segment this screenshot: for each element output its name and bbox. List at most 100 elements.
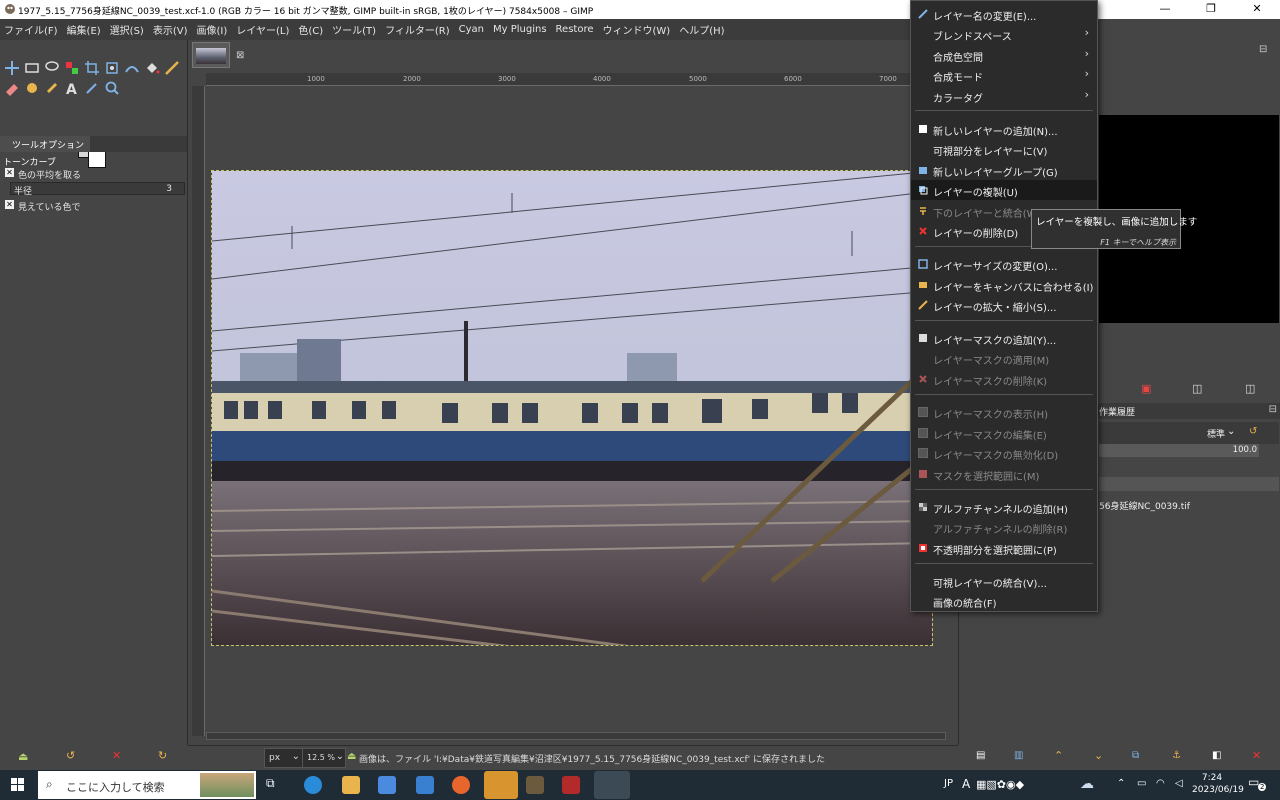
menu-item-blend-space[interactable]: ブレンドスペース ›	[911, 24, 1097, 44]
menu-item-apply-layer-mask[interactable]: レイヤーマスクの適用(M)	[911, 348, 1097, 368]
minimize-button[interactable]: —	[1142, 0, 1188, 19]
heal-tool-icon[interactable]	[24, 80, 40, 96]
firefox-icon[interactable]	[452, 776, 470, 794]
menu-edit[interactable]: 編集(E)	[67, 22, 101, 37]
eraser-tool-icon[interactable]	[4, 80, 20, 96]
crop-tool-icon[interactable]	[84, 60, 100, 76]
save-tool-preset-icon[interactable]: ⏏	[18, 750, 28, 763]
delete-layer-icon[interactable]: ✕	[1252, 749, 1261, 762]
sample-average-checkbox[interactable]: ✕	[5, 168, 14, 177]
image-thumbnail-tab[interactable]	[192, 42, 230, 68]
close-image-tab-icon[interactable]: ⊠	[236, 50, 244, 61]
tab-undo-history[interactable]: 作業履歴	[1099, 405, 1135, 418]
menu-item-show-layer-mask[interactable]: レイヤーマスクの表示(H)	[911, 402, 1097, 422]
ime-mode[interactable]: A	[962, 777, 970, 791]
menu-windows[interactable]: ウィンドウ(W)	[603, 22, 671, 37]
raise-layer-icon[interactable]: ⌃	[1054, 749, 1063, 762]
file-explorer-icon[interactable]	[342, 776, 360, 794]
menu-item-duplicate-layer[interactable]: レイヤーの複製(U)	[911, 180, 1097, 200]
panel-action-icon[interactable]: ▣	[1141, 382, 1151, 395]
text-tool-icon[interactable]: A	[64, 80, 80, 96]
menu-item-disable-layer-mask[interactable]: レイヤーマスクの無効化(D)	[911, 443, 1097, 463]
reset-tool-options-icon[interactable]: ↻	[158, 749, 167, 762]
volume-icon[interactable]: ◁	[1175, 778, 1183, 789]
menu-layer[interactable]: レイヤー(L)	[236, 22, 289, 37]
menu-tools[interactable]: ツール(T)	[332, 22, 376, 37]
menu-restore[interactable]: Restore	[556, 24, 594, 35]
anchor-layer-icon[interactable]: ⚓	[1172, 750, 1181, 761]
radius-spinner[interactable]: 半径 3	[10, 182, 185, 197]
menu-my-plugins[interactable]: My Plugins	[493, 24, 547, 35]
tray-icons[interactable]: ▦▧✿◉◆	[976, 778, 1024, 791]
paintbrush-tool-icon[interactable]	[164, 60, 180, 76]
menu-item-merge-visible[interactable]: 可視レイヤーの統合(V)...	[911, 571, 1097, 591]
menu-cyan[interactable]: Cyan	[459, 24, 484, 35]
menu-item-new-layer[interactable]: 新しいレイヤーの追加(N)...	[911, 119, 1097, 139]
sticky-notes-icon[interactable]	[484, 771, 518, 799]
menu-item-delete-layer-mask[interactable]: レイヤーマスクの削除(K)	[911, 369, 1097, 389]
panel-menu-icon[interactable]: ⊟	[1259, 44, 1267, 55]
menu-item-color-tag[interactable]: カラータグ ›	[911, 86, 1097, 106]
wifi-icon[interactable]: ◠	[1156, 778, 1165, 789]
menu-item-scale-layer[interactable]: レイヤーの拡大・縮小(S)...	[911, 295, 1097, 315]
menu-item-edit-layer-mask[interactable]: レイヤーマスクの編集(E)	[911, 423, 1097, 443]
lasso-tool-icon[interactable]	[44, 60, 60, 76]
windows-start-icon[interactable]	[0, 770, 36, 800]
color-picker-tool-icon[interactable]	[84, 80, 100, 96]
layer-row[interactable]: 56身延線NC_0039.tif	[1099, 493, 1279, 517]
chevron-down-icon[interactable]: ⌄	[1227, 426, 1235, 437]
menu-item-alpha-to-selection[interactable]: 不透明部分を選択範囲に(P)	[911, 538, 1097, 558]
unit-select[interactable]: px ⌄	[264, 748, 304, 768]
menu-item-flatten-image[interactable]: 画像の統合(F)	[911, 591, 1097, 611]
move-tool-icon[interactable]	[4, 60, 20, 76]
bucket-fill-tool-icon[interactable]	[144, 60, 160, 76]
maximize-button[interactable]: ❐	[1188, 0, 1234, 19]
fuzzy-select-tool-icon[interactable]	[64, 60, 80, 76]
menu-select[interactable]: 選択(S)	[110, 22, 144, 37]
opacity-slider[interactable]: 100.0	[1099, 444, 1259, 457]
vertical-ruler[interactable]	[192, 86, 205, 736]
menu-view[interactable]: 表示(V)	[153, 22, 188, 37]
menu-item-new-from-visible[interactable]: 可視部分をレイヤーに(V)	[911, 139, 1097, 159]
panel-action-icon[interactable]: ◫	[1245, 382, 1255, 395]
menu-item-new-layer-group[interactable]: 新しいレイヤーグループ(G)	[911, 160, 1097, 180]
mail-icon[interactable]	[416, 776, 434, 794]
taskbar-search-box[interactable]: ⌕ ここに入力して検索	[38, 771, 256, 799]
app-icon[interactable]	[526, 776, 544, 794]
horizontal-scrollbar[interactable]	[206, 732, 946, 740]
menu-item-rename-layer[interactable]: レイヤー名の変更(E)...	[911, 4, 1097, 24]
menu-file[interactable]: ファイル(F)	[4, 22, 58, 37]
menu-item-mask-to-selection[interactable]: マスクを選択範囲に(M)	[911, 464, 1097, 484]
image-canvas[interactable]	[211, 170, 933, 646]
tool-options-tab[interactable]: ツールオプション	[0, 136, 91, 152]
restore-tool-preset-icon[interactable]: ↺	[66, 749, 75, 762]
menu-item-remove-alpha-channel[interactable]: アルファチャンネルの削除(R)	[911, 517, 1097, 537]
menu-item-layer-to-image-size[interactable]: レイヤーをキャンバスに合わせる(I)	[911, 275, 1097, 295]
menu-help[interactable]: ヘルプ(H)	[679, 22, 724, 37]
panel-menu-icon[interactable]: ⊟	[1269, 404, 1277, 415]
chevron-up-icon[interactable]: ⌃	[1117, 778, 1125, 789]
store-icon[interactable]	[378, 776, 396, 794]
menu-item-add-alpha-channel[interactable]: アルファチャンネルの追加(H)	[911, 497, 1097, 517]
composite-mode-icon[interactable]: ↺	[1249, 426, 1257, 437]
taskbar-clock[interactable]: 7:24 2023/06/19	[1192, 772, 1244, 796]
zoom-select[interactable]: 12.5 % ⌄	[302, 748, 346, 768]
panel-action-icon[interactable]: ◫	[1192, 382, 1202, 395]
task-view-icon[interactable]: ⧉	[266, 776, 284, 794]
weather-icon[interactable]: ☁	[1080, 776, 1094, 792]
close-window-button[interactable]: ✕	[1234, 0, 1280, 19]
menu-item-composite-space[interactable]: 合成色空間 ›	[911, 45, 1097, 65]
lower-layer-icon[interactable]: ⌄	[1094, 749, 1103, 762]
app-icon[interactable]	[562, 776, 580, 794]
menu-item-composite-mode[interactable]: 合成モード ›	[911, 65, 1097, 85]
new-layer-icon[interactable]: ▤	[976, 750, 985, 761]
transform-tool-icon[interactable]	[104, 60, 120, 76]
horizontal-ruler[interactable]: 1000 2000 3000 4000 5000 6000 7000	[206, 73, 952, 86]
ime-indicator[interactable]: JP	[944, 778, 953, 789]
menu-filters[interactable]: フィルター(R)	[385, 22, 450, 37]
menu-image[interactable]: 画像(I)	[197, 22, 228, 37]
sample-merged-checkbox[interactable]: ✕	[5, 200, 14, 209]
menu-item-add-layer-mask[interactable]: レイヤーマスクの追加(Y)...	[911, 328, 1097, 348]
gimp-taskbar-icon[interactable]	[594, 771, 630, 799]
layer-mask-icon[interactable]: ◧	[1212, 750, 1221, 761]
